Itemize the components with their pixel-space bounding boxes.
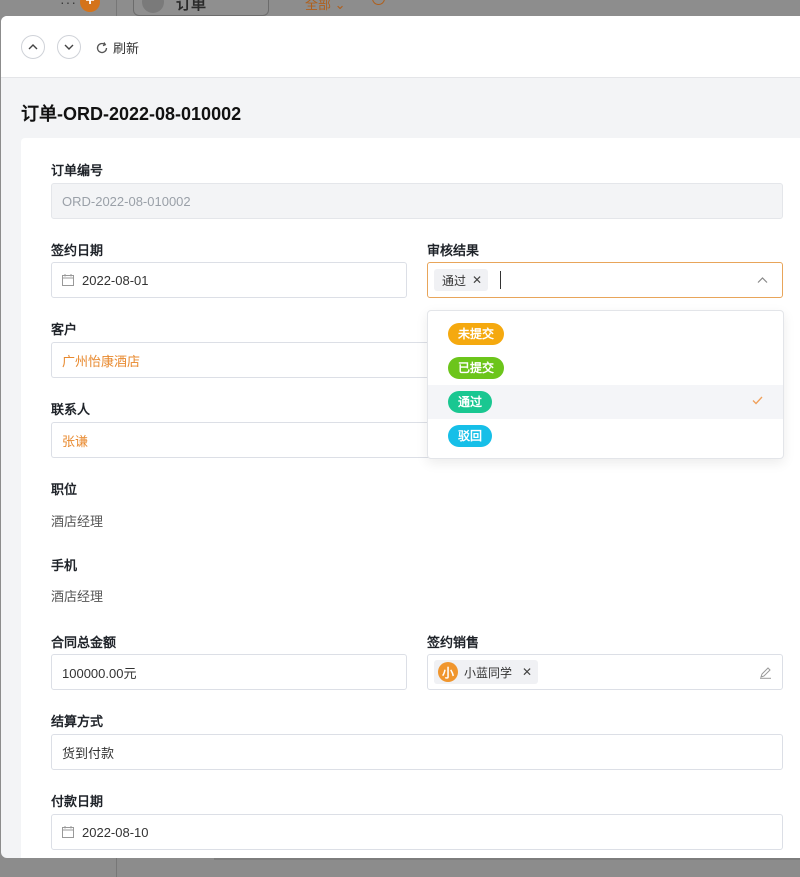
add-icon[interactable]: + bbox=[80, 0, 100, 12]
divider bbox=[116, 858, 117, 877]
background-filter[interactable]: 全部 ⌄ bbox=[305, 0, 346, 13]
background-bottom bbox=[0, 858, 800, 877]
divider bbox=[116, 0, 117, 16]
calendar-icon bbox=[62, 274, 74, 286]
option-pill: 通过 bbox=[448, 391, 493, 413]
settlement-value: 货到付款 bbox=[62, 745, 115, 761]
review-tag-label: 通过 bbox=[442, 273, 467, 288]
sales-member-tag: 小 小蓝同学 ✕ bbox=[434, 660, 539, 684]
avatar: 小 bbox=[438, 662, 458, 682]
review-select[interactable]: 通过 ✕ bbox=[427, 262, 783, 298]
position-label: 职位 bbox=[51, 482, 78, 497]
review-label: 审核结果 bbox=[427, 243, 480, 258]
customer-value[interactable]: 广州怡康酒店 bbox=[62, 351, 140, 370]
option-pill: 已提交 bbox=[448, 357, 505, 379]
amount-value: 100000.00元 bbox=[62, 665, 137, 681]
modal-toolbar: 刷新 bbox=[1, 16, 800, 78]
sign-date-value: 2022-08-01 bbox=[82, 272, 149, 288]
contact-value[interactable]: 张谦 bbox=[62, 431, 88, 450]
refresh-icon bbox=[96, 41, 108, 53]
divider bbox=[214, 858, 800, 860]
order-no-value: ORD-2022-08-010002 bbox=[62, 193, 191, 209]
review-dropdown: 未提交 已提交 通过 驳回 bbox=[427, 310, 784, 459]
option-submitted[interactable]: 已提交 bbox=[428, 351, 783, 385]
close-icon[interactable]: ✕ bbox=[472, 273, 482, 287]
check-icon bbox=[752, 396, 763, 405]
amount-field[interactable]: 100000.00元 bbox=[51, 654, 407, 690]
pay-date-label: 付款日期 bbox=[51, 794, 104, 809]
background-toolbar: ··· + 订单 全部 ⌄ bbox=[0, 0, 800, 16]
phone-label: 手机 bbox=[51, 558, 78, 573]
sign-date-field[interactable]: 2022-08-01 bbox=[51, 262, 407, 298]
text-caret bbox=[500, 271, 502, 289]
option-pill: 未提交 bbox=[448, 323, 505, 345]
settlement-label: 结算方式 bbox=[51, 714, 104, 729]
position-value: 酒店经理 bbox=[51, 514, 104, 529]
sales-label: 签约销售 bbox=[427, 635, 480, 650]
pay-date-value: 2022-08-10 bbox=[82, 824, 149, 840]
calendar-icon bbox=[62, 826, 74, 838]
phone-value: 酒店经理 bbox=[51, 589, 104, 604]
sales-member-name: 小蓝同学 bbox=[464, 665, 513, 680]
pay-date-field[interactable]: 2022-08-10 bbox=[51, 814, 783, 850]
sales-field[interactable]: 小 小蓝同学 ✕ bbox=[427, 654, 783, 690]
option-approved[interactable]: 通过 bbox=[428, 385, 783, 419]
contact-field[interactable]: 张谦 bbox=[51, 422, 431, 458]
back-icon[interactable] bbox=[142, 0, 164, 13]
amount-label: 合同总金额 bbox=[51, 635, 117, 650]
more-icon[interactable]: ··· bbox=[60, 0, 77, 10]
contact-label: 联系人 bbox=[51, 402, 91, 417]
page-title: 订单-ORD-2022-08-010002 bbox=[21, 104, 242, 124]
close-icon[interactable]: ✕ bbox=[522, 665, 532, 679]
option-not-submitted[interactable]: 未提交 bbox=[428, 317, 783, 351]
previous-record-button[interactable] bbox=[21, 35, 45, 59]
settlement-field[interactable]: 货到付款 bbox=[51, 734, 783, 770]
order-no-label: 订单编号 bbox=[51, 163, 104, 178]
refresh-label: 刷新 bbox=[113, 41, 140, 56]
chevron-up-icon[interactable] bbox=[757, 276, 768, 284]
next-record-button[interactable] bbox=[57, 35, 81, 59]
background-tab[interactable]: 订单 bbox=[133, 0, 269, 16]
order-no-field: ORD-2022-08-010002 bbox=[51, 183, 783, 219]
chevron-down-icon bbox=[64, 44, 74, 50]
background-tab-label: 订单 bbox=[176, 0, 207, 13]
refresh-button[interactable]: 刷新 bbox=[95, 38, 139, 57]
form-card: 订单编号 ORD-2022-08-010002 签约日期 2022-08-01 … bbox=[21, 138, 800, 858]
edit-icon[interactable] bbox=[759, 666, 772, 679]
option-rejected[interactable]: 驳回 bbox=[428, 419, 783, 453]
sign-date-label: 签约日期 bbox=[51, 243, 104, 258]
review-selected-tag: 通过 ✕ bbox=[434, 269, 489, 291]
customer-label: 客户 bbox=[51, 322, 78, 337]
chevron-up-icon bbox=[28, 44, 38, 50]
clock-icon bbox=[372, 0, 385, 5]
customer-field[interactable]: 广州怡康酒店 bbox=[51, 342, 431, 378]
option-pill: 驳回 bbox=[448, 425, 493, 447]
